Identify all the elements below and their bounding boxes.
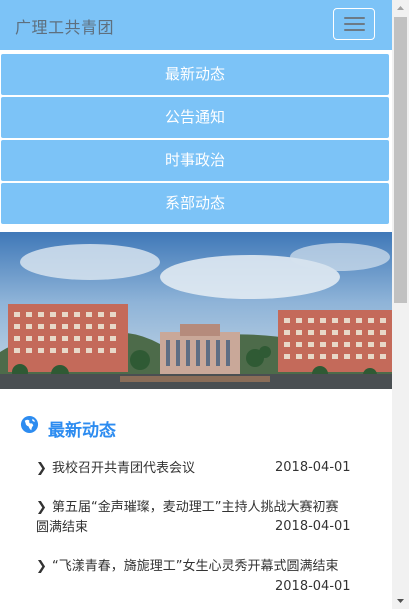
menu-item-department-news[interactable]: 系部动态 bbox=[1, 183, 389, 224]
vertical-scrollbar[interactable] bbox=[392, 0, 409, 609]
campus-photo bbox=[0, 232, 392, 389]
news-item-date: 2018-04-01 bbox=[275, 579, 351, 594]
nav-menu: 最新动态 公告通知 时事政治 系部动态 bbox=[0, 52, 392, 230]
site-brand[interactable]: 广理工共青团 bbox=[15, 14, 114, 38]
campus-banner[interactable] bbox=[0, 232, 392, 389]
news-item-date: 2018-04-01 bbox=[275, 519, 351, 534]
scroll-down-arrow-icon[interactable] bbox=[392, 592, 409, 609]
menu-item-current-affairs[interactable]: 时事政治 bbox=[1, 140, 389, 181]
news-item-text: 我校召开共青团代表会议 bbox=[52, 461, 196, 476]
scrollbar-thumb[interactable] bbox=[394, 17, 407, 303]
chevron-right-icon: ❯ bbox=[36, 461, 47, 476]
globe-icon bbox=[20, 415, 39, 434]
menu-toggle-button[interactable] bbox=[333, 8, 375, 40]
hamburger-icon-bar bbox=[344, 23, 365, 25]
news-item[interactable]: ❯ “飞漾青春，旖旎理工”女生心灵秀开幕式圆满结束 bbox=[36, 557, 350, 577]
chevron-right-icon: ❯ bbox=[36, 500, 47, 515]
chevron-right-icon: ❯ bbox=[36, 559, 47, 574]
hamburger-icon bbox=[344, 17, 365, 19]
page-viewport: 广理工共青团 最新动态 公告通知 时事政治 系部动态 最新动态 ❯ 我校召开共青… bbox=[0, 0, 392, 609]
menu-item-latest-news[interactable]: 最新动态 bbox=[1, 54, 389, 95]
menu-item-announcements[interactable]: 公告通知 bbox=[1, 97, 389, 138]
news-item-text: “飞漾青春，旖旎理工”女生心灵秀开幕式圆满结束 bbox=[52, 559, 339, 574]
scroll-up-arrow-icon[interactable] bbox=[392, 0, 409, 17]
latest-news-section: 最新动态 ❯ 我校召开共青团代表会议 2018-04-01 ❯ 第五届“金声璀璨，麦… bbox=[0, 389, 392, 609]
section-title: 最新动态 bbox=[48, 421, 116, 441]
top-navbar: 广理工共青团 bbox=[0, 0, 392, 50]
hamburger-icon-bar bbox=[344, 29, 365, 31]
news-item-date: 2018-04-01 bbox=[275, 460, 351, 475]
